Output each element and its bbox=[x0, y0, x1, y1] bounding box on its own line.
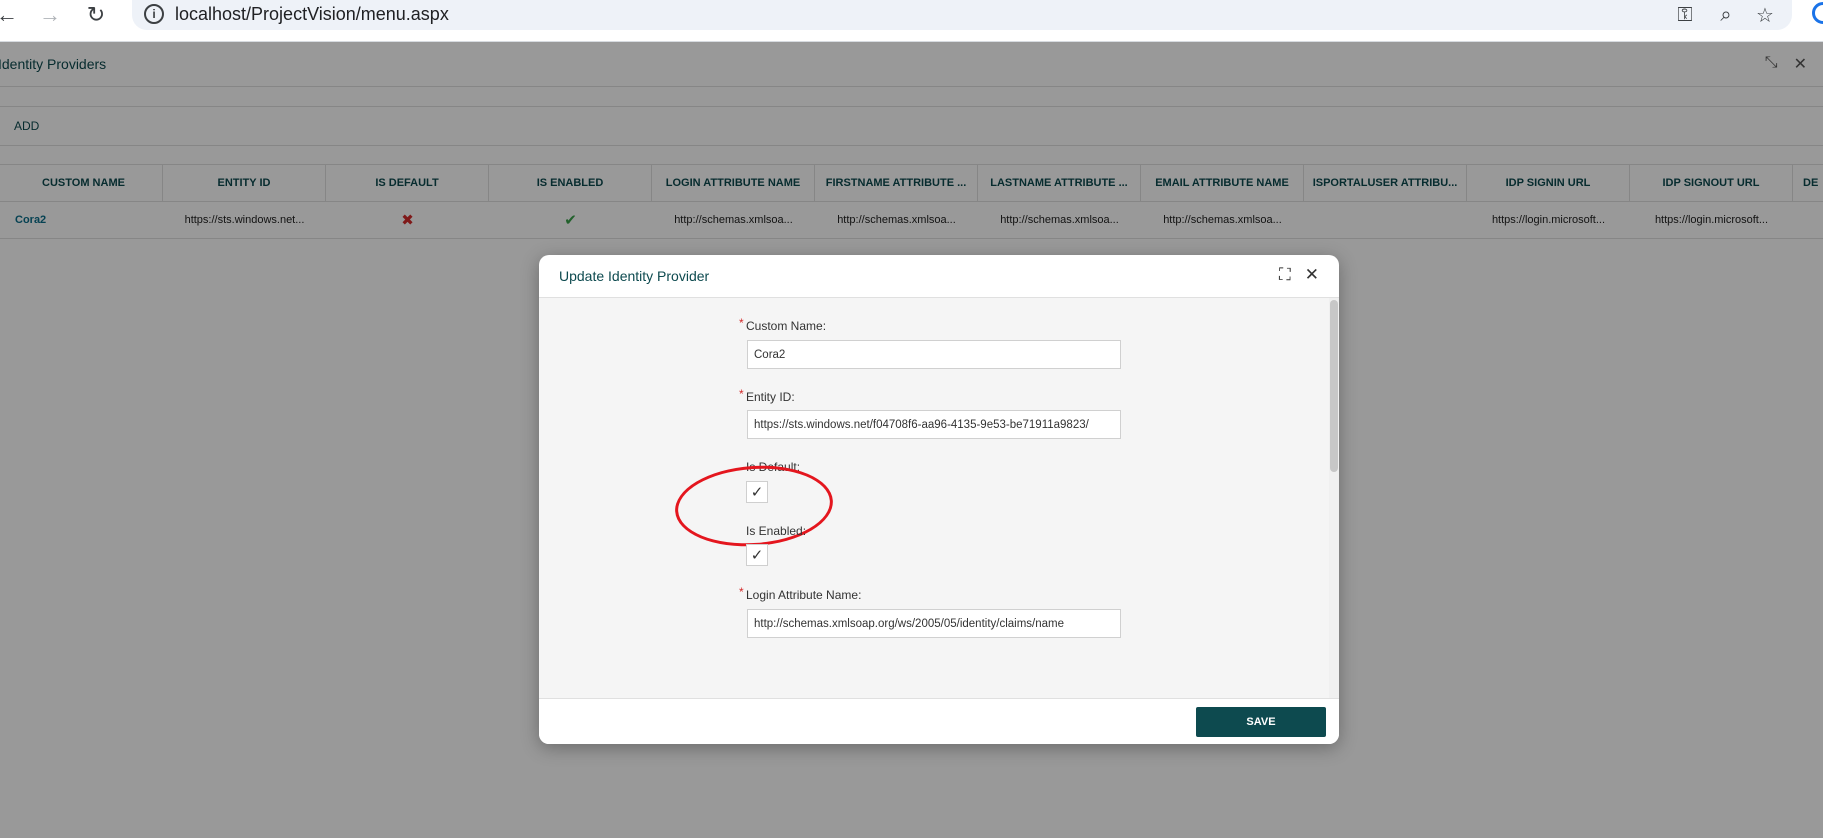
is-enabled-checkbox[interactable]: ✓ bbox=[746, 544, 768, 566]
info-icon[interactable]: i bbox=[144, 4, 164, 24]
dialog-scrollbar[interactable] bbox=[1329, 298, 1339, 698]
entity-id-input[interactable] bbox=[747, 410, 1121, 439]
scroll-thumb[interactable] bbox=[1330, 300, 1338, 472]
required-marker: * bbox=[739, 387, 744, 401]
required-marker: * bbox=[739, 585, 744, 599]
profile-avatar[interactable] bbox=[1812, 2, 1823, 24]
maximize-icon[interactable]: ⛶ bbox=[1279, 265, 1291, 285]
checkmark-icon: ✓ bbox=[750, 547, 764, 564]
save-button[interactable]: SAVE bbox=[1196, 707, 1326, 737]
update-identity-provider-dialog: Update Identity Provider ⛶ ✕ * Custom Na… bbox=[539, 255, 1339, 744]
forward-arrow-icon[interactable]: → bbox=[37, 2, 63, 28]
dialog-footer: SAVE bbox=[539, 698, 1339, 744]
custom-name-input[interactable] bbox=[747, 340, 1121, 369]
zoom-icon[interactable]: ⌕ bbox=[1713, 2, 1739, 28]
required-marker: * bbox=[739, 316, 744, 330]
login-attr-input[interactable] bbox=[747, 609, 1121, 638]
browser-toolbar: ← → ↻ i localhost/ProjectVision/menu.asp… bbox=[0, 0, 1823, 42]
reload-icon[interactable]: ↻ bbox=[83, 2, 109, 28]
address-bar[interactable]: i localhost/ProjectVision/menu.aspx ⚿ ⌕ … bbox=[132, 0, 1792, 30]
dialog-body: * Custom Name: * Entity ID: Is Default: … bbox=[539, 298, 1339, 698]
dialog-title: Update Identity Provider bbox=[559, 268, 710, 284]
dialog-header: Update Identity Provider ⛶ ✕ bbox=[539, 255, 1339, 298]
login-attr-label: Login Attribute Name: bbox=[746, 588, 862, 602]
close-icon[interactable]: ✕ bbox=[1305, 265, 1319, 285]
back-arrow-icon[interactable]: ← bbox=[0, 2, 20, 28]
entity-id-label: Entity ID: bbox=[746, 390, 795, 404]
is-enabled-label: Is Enabled: bbox=[746, 524, 807, 538]
custom-name-label: Custom Name: bbox=[746, 319, 827, 333]
key-icon[interactable]: ⚿ bbox=[1672, 2, 1698, 28]
url-text[interactable]: localhost/ProjectVision/menu.aspx bbox=[175, 4, 449, 25]
star-icon[interactable]: ☆ bbox=[1752, 2, 1778, 28]
